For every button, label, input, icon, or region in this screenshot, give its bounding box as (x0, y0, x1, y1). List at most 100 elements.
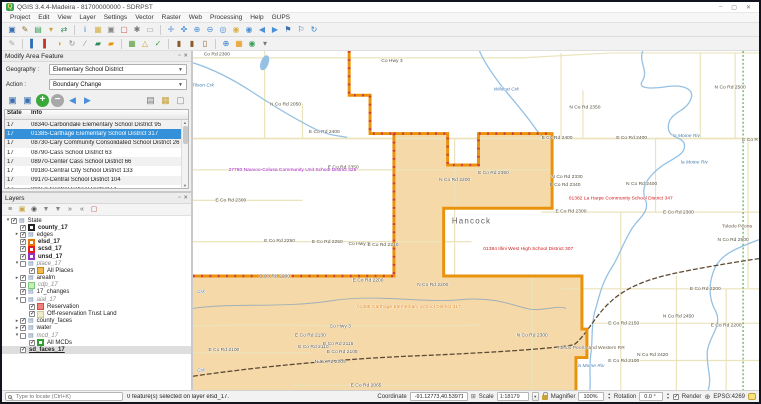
column-state[interactable]: State (5, 110, 31, 119)
world-view-icon[interactable]: ⊕ (220, 38, 232, 50)
layer-item-county-faces[interactable]: ▸✓▤county_faces (2, 318, 191, 325)
zoom-last-icon[interactable]: ◀ (256, 24, 268, 36)
table-row[interactable]: 1701385-Carthage Elementary School Distr… (5, 129, 181, 138)
layer-checkbox[interactable]: ✓ (20, 275, 26, 281)
scale-dropdown-icon[interactable]: ▼ (532, 392, 539, 401)
table-row[interactable]: 1709150-Central School District 51 (5, 185, 181, 189)
layer-checkbox[interactable] (20, 282, 26, 288)
expand-all-icon[interactable]: » (65, 205, 75, 215)
previous-area-icon[interactable]: ◀ (66, 94, 79, 107)
rotation-spinner[interactable]: ▲▼ (666, 393, 669, 399)
add-address-icon[interactable]: ▌ (27, 38, 39, 50)
minimize-button[interactable]: – (719, 4, 722, 11)
current-edits-icon[interactable]: ✎ (6, 38, 18, 50)
menu-project[interactable]: Project (6, 14, 34, 21)
close-button[interactable]: ✕ (746, 4, 751, 11)
layer-checkbox[interactable]: ✓ (29, 311, 35, 317)
pan-to-selection-icon[interactable]: ✜ (178, 24, 190, 36)
layer-item-scsd-17[interactable]: ✓scsd_17 (2, 246, 191, 253)
menu-web[interactable]: Web (185, 14, 206, 21)
layer-checkbox[interactable]: ✓ (29, 268, 35, 274)
zoom-to-selection-icon[interactable]: ◉ (230, 24, 242, 36)
show-bookmarks-icon[interactable]: ⚐ (295, 24, 307, 36)
layer-checkbox[interactable] (20, 297, 26, 303)
refresh-map-icon[interactable]: ↻ (308, 24, 320, 36)
locate-input[interactable] (14, 393, 120, 401)
layer-checkbox[interactable]: ✓ (11, 218, 17, 224)
layer-checkbox[interactable]: ✓ (29, 304, 35, 310)
deselect-features-icon[interactable]: ▢ (118, 24, 130, 36)
layer-item-aial-17[interactable]: ▾▤aial_17 (2, 296, 191, 303)
panel-float-button[interactable]: ▫ (178, 53, 180, 59)
layer-item-edges[interactable]: ▸✓▤edges (2, 231, 191, 238)
reshape-feature-icon[interactable]: ∕ (79, 38, 91, 50)
zoom-in-icon[interactable]: ⊕ (191, 24, 203, 36)
cancel-tool-icon[interactable]: ▢ (174, 94, 187, 107)
import-data-icon[interactable]: ⇄ (58, 24, 70, 36)
layer-checkbox[interactable]: ✓ (20, 325, 26, 331)
pan-map-icon[interactable]: ✛ (165, 24, 177, 36)
layer-item-off-reservation-trust-land[interactable]: ✓Off-reservation Trust Land (2, 310, 191, 317)
filter-by-expression-icon[interactable]: ▼ (53, 205, 63, 215)
extents-icon[interactable]: ⊞ (471, 393, 476, 400)
menu-vector[interactable]: Vector (131, 14, 157, 21)
rotate-feature-icon[interactable]: ↻ (66, 38, 78, 50)
open-layer-styling-icon[interactable]: ≡ (5, 205, 15, 215)
remove-layer-icon[interactable]: ▢ (89, 205, 99, 215)
copy-attributes-icon[interactable]: ▯ (199, 38, 211, 50)
web-dropdown-icon[interactable]: ▾ (259, 38, 271, 50)
validate-geometry-icon[interactable]: ✓ (152, 38, 164, 50)
layer-item-all-places[interactable]: ✓All Places (2, 267, 191, 274)
toggle-editing-icon[interactable]: ✎ (19, 24, 31, 36)
edit-attributes-icon[interactable]: ▦ (159, 94, 172, 107)
options-icon[interactable]: ✱ (131, 24, 143, 36)
coordinate-input[interactable] (413, 393, 465, 401)
layer-item-mcd-17[interactable]: ▾▤mcd_17 (2, 332, 191, 339)
layer-item-sd-faces-17[interactable]: ✓sd_faces_17 (2, 346, 191, 353)
select-features-icon[interactable]: ▦ (92, 24, 104, 36)
layer-item-17-changes[interactable]: ✓▤17_changes (2, 289, 191, 296)
scroll-up-icon[interactable]: ▲ (183, 120, 187, 125)
copy-selected-geography-icon[interactable]: ▣ (6, 94, 19, 107)
menu-gups[interactable]: GUPS (268, 14, 294, 21)
discard-edits-icon[interactable]: ▾ (45, 24, 57, 36)
crs-indicator[interactable]: EPSG:4269 (713, 394, 745, 400)
scale-combo[interactable]: 1:18179 (497, 392, 529, 401)
layout-manager-icon[interactable]: ▰ (105, 38, 117, 50)
layer-item-reservation[interactable]: ✓Reservation (2, 303, 191, 310)
panel-close-button[interactable]: ✕ (183, 195, 188, 201)
layer-checkbox[interactable]: ✓ (20, 289, 26, 295)
panel-close-button[interactable]: ✕ (183, 53, 188, 59)
remove-area-icon[interactable]: − (51, 94, 64, 107)
layer-checkbox[interactable] (20, 261, 26, 267)
layer-item-all-mcds[interactable]: ✓All MCDs (2, 339, 191, 346)
layer-checkbox[interactable]: ✓ (20, 254, 26, 260)
menu-layer[interactable]: Layer (75, 14, 99, 21)
layer-checkbox[interactable]: ✓ (20, 225, 26, 231)
menu-view[interactable]: View (53, 14, 75, 21)
layer-checkbox[interactable]: ✓ (20, 318, 26, 324)
table-row[interactable]: 1708730-Cary Community Consolidated Scho… (5, 139, 181, 148)
lock-scale-icon[interactable] (542, 395, 548, 400)
table-scrollbar[interactable]: ▲ ▼ (181, 120, 188, 188)
new-bookmark-icon[interactable]: ⚑ (282, 24, 294, 36)
menu-raster[interactable]: Raster (158, 14, 185, 21)
tile-grid-icon[interactable]: ▦ (233, 38, 245, 50)
panel-float-button[interactable]: ▫ (178, 195, 180, 201)
scroll-thumb[interactable] (183, 126, 188, 144)
table-row[interactable]: 1709170-Central School District 104 (5, 176, 181, 185)
table-row[interactable]: 1709180-Central City School District 133 (5, 166, 181, 175)
layer-checkbox[interactable]: ✓ (20, 347, 26, 353)
zoom-to-geography-icon[interactable]: ▣ (21, 94, 34, 107)
zoom-next-icon[interactable]: ▶ (269, 24, 281, 36)
magnifier-spinner[interactable]: ▲▼ (607, 393, 610, 399)
add-polygon-icon[interactable]: ▰ (92, 38, 104, 50)
copy-features-icon[interactable]: ▣ (105, 24, 117, 36)
map-canvas[interactable]: Co Rd 2300Co Hwy 3Wildcat CrkTilson CrkN… (193, 51, 759, 390)
check-geometry-icon[interactable]: ▦ (126, 38, 138, 50)
menu-edit[interactable]: Edit (34, 14, 53, 21)
messages-icon[interactable] (748, 393, 756, 400)
move-feature-icon[interactable]: ◑ (53, 38, 65, 50)
filter-legend-icon[interactable]: ▼ (41, 205, 51, 215)
add-area-icon[interactable]: + (36, 94, 49, 107)
